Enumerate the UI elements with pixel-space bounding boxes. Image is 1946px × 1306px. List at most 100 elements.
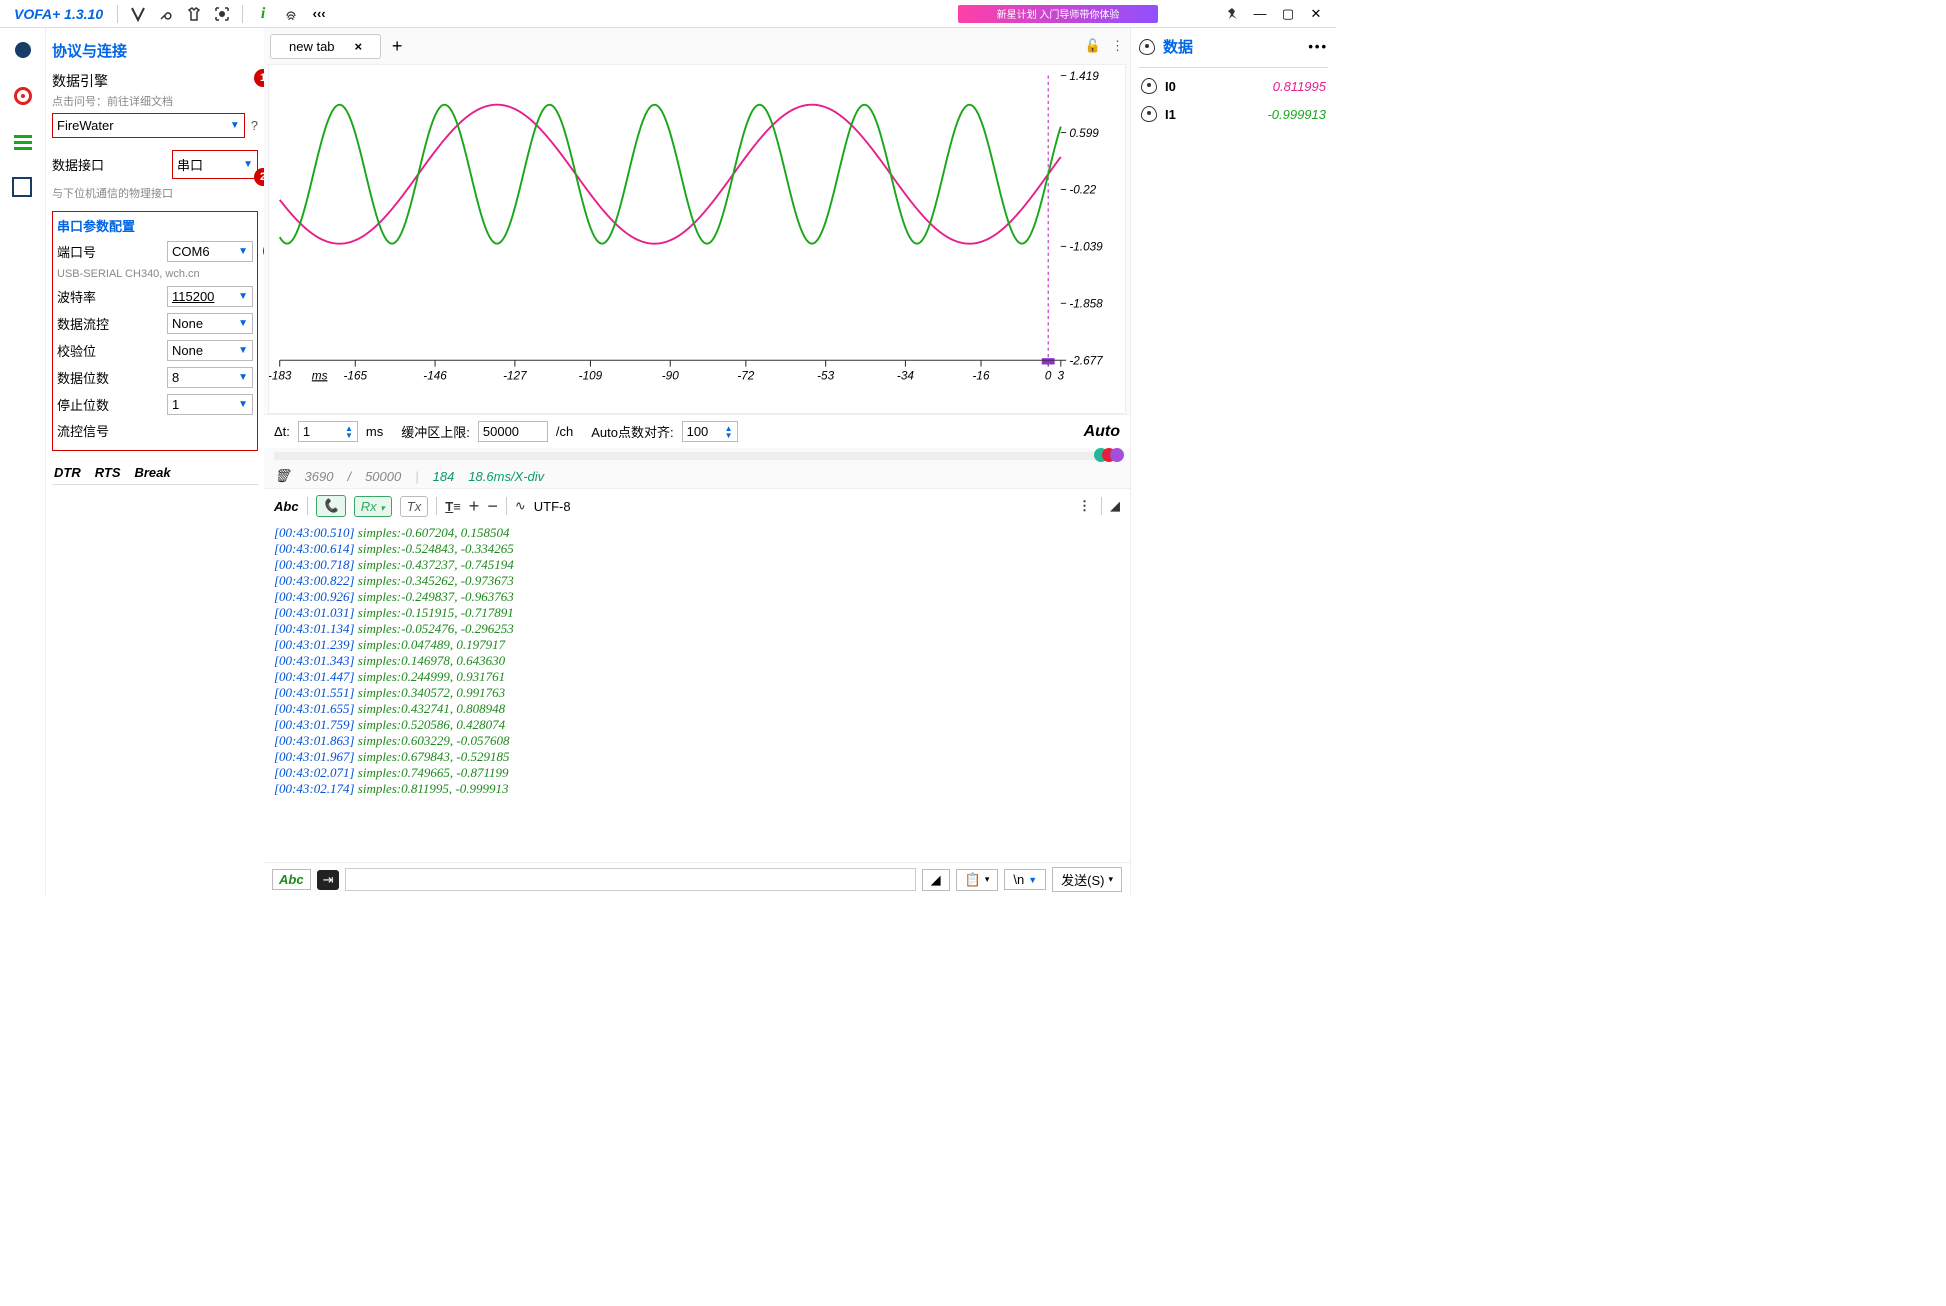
chart[interactable]: -183-165-146-127-109-90-72-53-34-1603ms1… [268,64,1126,414]
log-line: [00:43:01.551] simples:0.340572, 0.99176… [274,685,1120,701]
newline-select[interactable]: \n ▼ [1004,869,1046,890]
rx-chip[interactable]: Rx ▾ [354,496,392,517]
v-icon[interactable] [127,3,149,25]
svg-text:-1.039: -1.039 [1069,241,1103,254]
databits-label: 数据位数 [57,368,109,387]
shirt-icon[interactable] [183,3,205,25]
engine-help-icon[interactable]: ? [251,118,258,133]
dt-label: Δt: [274,424,290,439]
eye-icon[interactable] [1139,39,1155,55]
dt-input[interactable]: 1▲▼ [298,421,358,442]
svg-text:-183: -183 [269,369,292,382]
config-header: 协议与连接 [52,40,258,61]
auto-button[interactable]: Auto [1084,423,1120,441]
wave-icon[interactable]: ∿ [515,498,526,514]
interface-select[interactable]: 串口▼ [172,150,258,179]
eye-icon[interactable] [1141,106,1157,122]
log-area[interactable]: [00:43:00.510] simples:-0.607204, 0.1585… [264,523,1130,862]
eraser-icon[interactable]: ◢ [1110,498,1120,514]
databits-select[interactable]: 8▼ [167,367,253,388]
buf-input[interactable]: 50000 [478,421,548,442]
eye-icon[interactable] [1141,78,1157,94]
minus-icon[interactable]: − [487,496,498,517]
port-sub: USB-SERIAL CH340, wch.cn [57,268,253,280]
rail-record-icon[interactable] [9,82,37,110]
tab-label: new tab [289,39,335,54]
svg-text:-72: -72 [737,369,755,382]
maximize-button[interactable]: ▢ [1274,3,1302,25]
align-label: Auto点数对齐: [591,422,673,441]
data-row[interactable]: I00.811995 [1139,72,1328,100]
log-line: [00:43:01.655] simples:0.432741, 0.80894… [274,701,1120,717]
plus-icon[interactable]: + [469,496,480,517]
focus-icon[interactable] [211,3,233,25]
engine-title: 数据引擎 [52,71,258,91]
send-button[interactable]: 发送(S) ▾ [1052,867,1122,892]
phone-chip[interactable]: 📞 [316,495,346,517]
baud-select[interactable]: 115200▼ [167,286,253,307]
tab-new[interactable]: new tab × [270,34,381,59]
pin-icon[interactable] [1221,3,1243,25]
port-select[interactable]: COM6▼ [167,241,253,262]
interface-sub: 与下位机通信的物理接口 [52,185,258,201]
data-panel-more-icon[interactable]: ••• [1308,39,1328,54]
tab-close-icon[interactable]: × [355,39,363,54]
log-more-icon[interactable]: ⋮ [1078,498,1093,514]
log-line: [00:43:00.510] simples:-0.607204, 0.1585… [274,525,1120,541]
log-line: [00:43:02.071] simples:0.749665, -0.8711… [274,765,1120,781]
app-title: VOFA+ 1.3.10 [14,6,103,22]
tx-chip[interactable]: Tx [400,496,428,517]
promo-banner[interactable]: 新星计划 入门导师带你体验 [958,5,1158,23]
svg-text:-109: -109 [579,369,603,382]
svg-text:-127: -127 [503,369,527,382]
close-button[interactable]: ✕ [1302,3,1330,25]
data-panel-title: 数据 [1163,36,1193,57]
svg-text:-16: -16 [973,369,991,382]
flow-select[interactable]: None▼ [167,313,253,334]
svg-text:-0.22: -0.22 [1069,184,1096,197]
stopbits-select[interactable]: 1▼ [167,394,253,415]
engine-select[interactable]: FireWater▼ [52,113,245,138]
rail-menu-icon[interactable] [9,128,37,156]
svg-text:-34: -34 [897,369,915,382]
data-panel: 数据 ••• I00.811995I1-0.999913 [1130,28,1336,896]
lock-icon[interactable]: 🔓 [1085,38,1101,54]
send-history-button[interactable]: 📋 ▾ [956,869,999,891]
log-line: [00:43:00.718] simples:-0.437237, -0.745… [274,557,1120,573]
abc-toggle[interactable]: Abc [274,499,299,514]
text-format-icon[interactable]: T≡ [445,499,461,514]
info-icon[interactable]: i [252,3,274,25]
send-mode-toggle[interactable]: ⇥ [317,870,340,890]
rail-connect-icon[interactable] [9,36,37,64]
flow-signal-row: DTR RTS Break [52,461,258,485]
parity-label: 校验位 [57,341,96,360]
log-line: [00:43:01.447] simples:0.244999, 0.93176… [274,669,1120,685]
break-toggle[interactable]: Break [134,465,170,480]
encoding-label[interactable]: UTF-8 [534,499,571,514]
titlebar: VOFA+ 1.3.10 i ‹‹‹ 新星计划 入门导师带你体验 — ▢ ✕ [0,0,1336,28]
wrench-icon[interactable] [155,3,177,25]
log-line: [00:43:01.134] simples:-0.052476, -0.296… [274,621,1120,637]
log-line: [00:43:01.967] simples:0.679843, -0.5291… [274,749,1120,765]
tab-add-button[interactable]: + [385,34,409,58]
parity-select[interactable]: None▼ [167,340,253,361]
fingerprint-icon[interactable] [280,3,302,25]
rail-copy-icon[interactable] [9,174,37,202]
align-input[interactable]: 100▲▼ [682,421,738,442]
trash-icon[interactable]: 🗑 [274,468,291,484]
progress-bar[interactable] [274,452,1120,460]
data-row[interactable]: I1-0.999913 [1139,100,1328,128]
svg-text:0.599: 0.599 [1069,127,1099,140]
svg-text:-1.858: -1.858 [1069,298,1103,311]
minimize-button[interactable]: — [1246,3,1274,25]
tab-more-icon[interactable]: ⋮ [1111,38,1124,54]
send-erase-button[interactable]: ◢ [922,869,950,891]
send-input[interactable] [345,868,915,891]
log-line: [00:43:00.926] simples:-0.249837, -0.963… [274,589,1120,605]
svg-text:-165: -165 [344,369,368,382]
port-label: 端口号 [57,242,96,261]
dtr-toggle[interactable]: DTR [54,465,81,480]
collapse-icon[interactable]: ‹‹‹ [308,3,330,25]
rts-toggle[interactable]: RTS [95,465,121,480]
send-abc-toggle[interactable]: Abc [272,869,311,890]
